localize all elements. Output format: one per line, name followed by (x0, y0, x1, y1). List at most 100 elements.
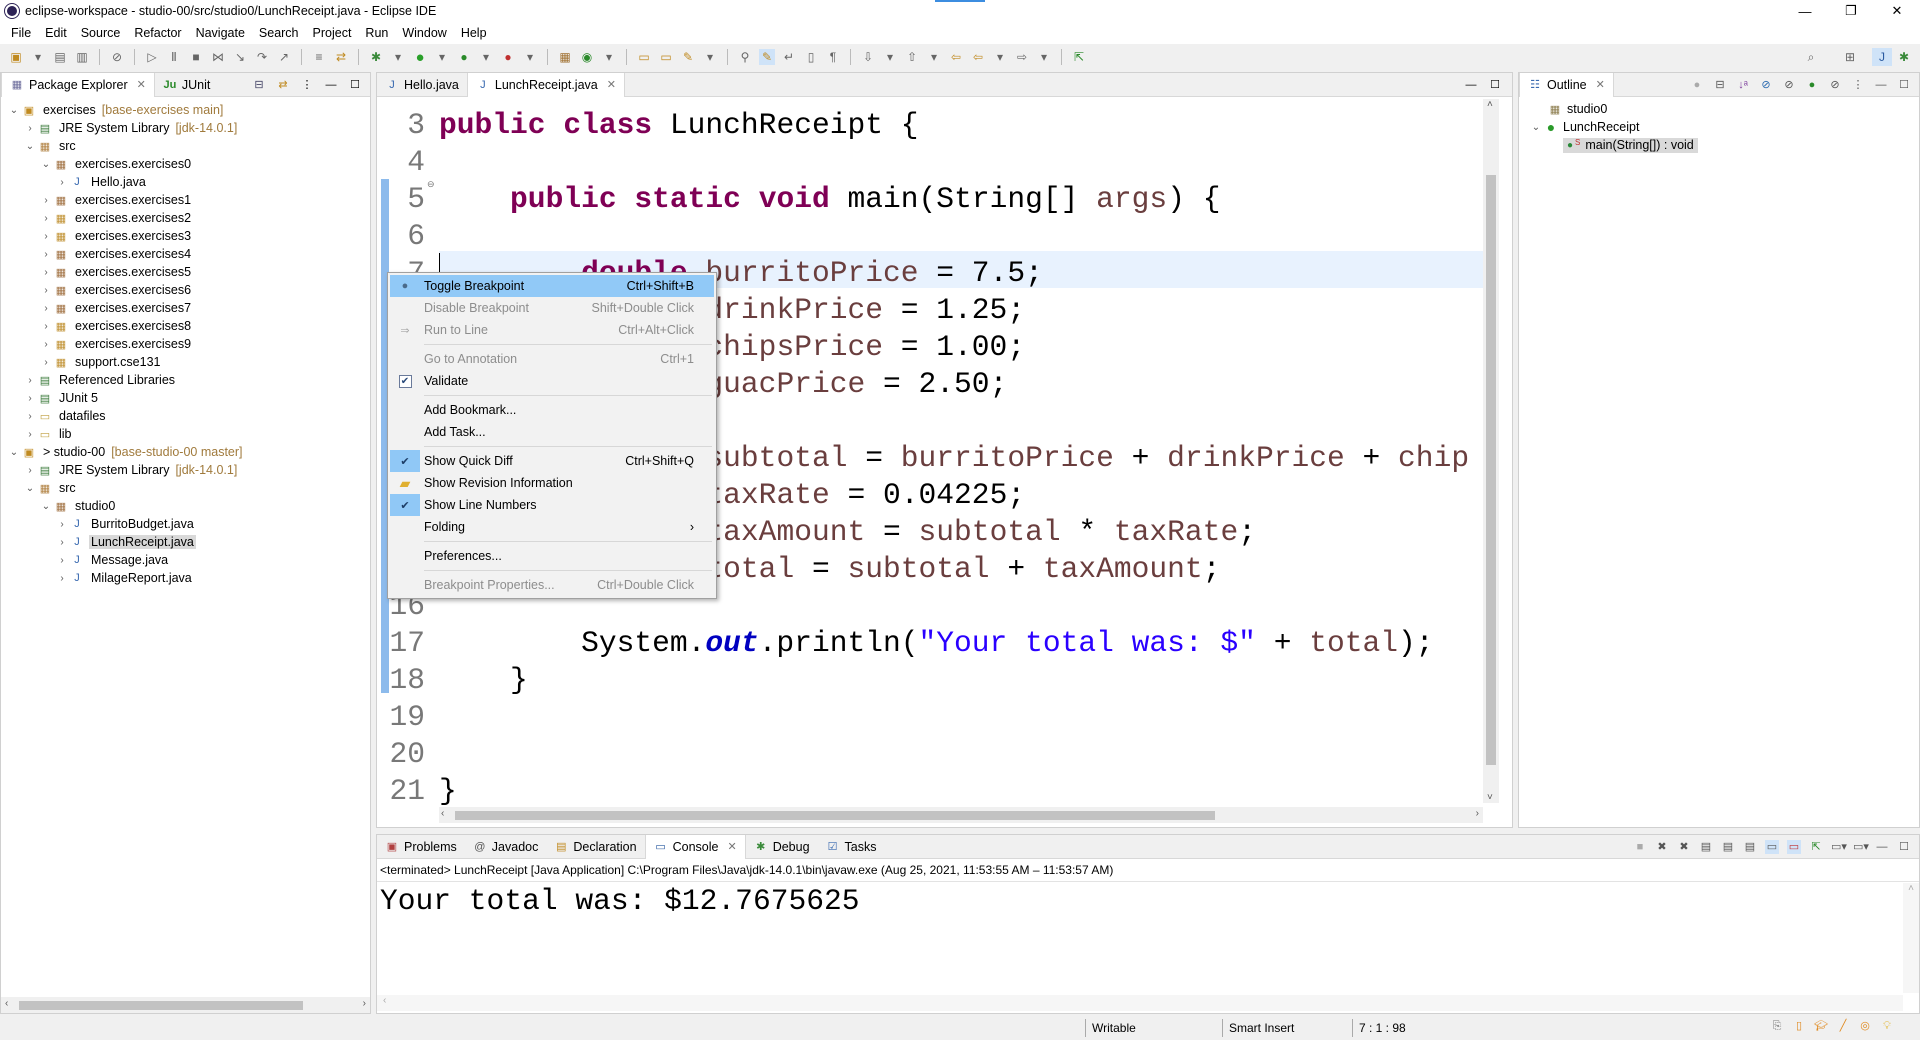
tree-item[interactable]: ⌄ ▣ > studio-00 [base-studio-00 master] (1, 443, 370, 461)
tree-item[interactable]: › ▭ lib (1, 425, 370, 443)
maximize-view-icon[interactable]: ☐ (1897, 78, 1911, 92)
close-tab-icon[interactable]: ✕ (137, 78, 146, 91)
menu-help[interactable]: Help (454, 26, 494, 40)
display-console-icon[interactable]: ▭▾ (1831, 840, 1847, 854)
step-return-icon[interactable]: ↗ (276, 49, 292, 65)
menu-run[interactable]: Run (358, 26, 395, 40)
tree-item[interactable]: › ▦ exercises.exercises9 (1, 335, 370, 353)
minimize-view-icon[interactable]: — (1874, 78, 1888, 92)
minimize-view-icon[interactable]: — (324, 78, 338, 92)
collapse-twisty-icon[interactable]: › (39, 285, 53, 296)
coverage-icon[interactable]: ● (456, 49, 472, 65)
tree-item[interactable]: ⌄ ▦ exercises.exercises0 (1, 155, 370, 173)
clear-console-icon[interactable]: ▤ (1699, 840, 1713, 854)
tree-item[interactable]: › ▭ datafiles (1, 407, 370, 425)
tree-item[interactable]: › ▦ exercises.exercises5 (1, 263, 370, 281)
tab-outline[interactable]: ☷ Outline ✕ (1519, 72, 1614, 97)
show-whitespace-icon[interactable]: ¶ (825, 49, 841, 65)
tab-hello-java[interactable]: J Hello.java (377, 73, 467, 97)
expand-twisty-icon[interactable]: ⌄ (7, 447, 21, 458)
close-tab-icon[interactable]: ✕ (727, 840, 736, 853)
external-tools-icon[interactable]: ● (500, 49, 516, 65)
close-tab-icon[interactable]: ✕ (1596, 78, 1605, 91)
focus-active-task-icon[interactable]: ● (1690, 78, 1704, 92)
scrollbar-thumb[interactable] (455, 811, 1215, 820)
collapse-twisty-icon[interactable]: › (39, 357, 53, 368)
dropdown-icon[interactable]: ▾ (390, 49, 406, 65)
next-annotation-icon[interactable]: ⇩ (860, 49, 876, 65)
collapse-all-icon[interactable]: ⊟ (252, 78, 266, 92)
horizontal-scrollbar[interactable]: ‹ › (1, 997, 370, 1013)
collapse-twisty-icon[interactable]: › (23, 393, 37, 404)
collapse-all-icon[interactable]: ⊟ (1713, 78, 1727, 92)
dropdown-icon[interactable]: ▾ (601, 49, 617, 65)
back-icon[interactable]: ⇦ (970, 49, 986, 65)
menu-item-show-line-numbers[interactable]: ✔ Show Line Numbers (390, 494, 714, 516)
tree-item[interactable]: › ▤ Referenced Libraries (1, 371, 370, 389)
skip-breakpoints-icon[interactable]: ⊘ (109, 49, 125, 65)
menu-project[interactable]: Project (306, 26, 359, 40)
wand-icon[interactable]: ╱ (1836, 1019, 1850, 1033)
word-wrap-icon[interactable]: ▤ (1743, 840, 1757, 854)
fold-marker-icon[interactable]: ⊖ (427, 179, 435, 190)
step-into-icon[interactable]: ↘ (232, 49, 248, 65)
outline-item-method[interactable]: ● S main(String[]) : void (1519, 136, 1919, 154)
tree-item[interactable]: › ▦ exercises.exercises4 (1, 245, 370, 263)
close-button[interactable]: ✕ (1874, 0, 1920, 22)
tutorial-icon[interactable]: 🎓︎ (1814, 1019, 1828, 1033)
toggle-ant-icon[interactable]: ⚲ (737, 49, 753, 65)
tree-item[interactable]: ⌄ ▦ src (1, 137, 370, 155)
hide-local-types-icon[interactable]: ⊘ (1828, 78, 1842, 92)
tree-item[interactable]: › ▦ exercises.exercises7 (1, 299, 370, 317)
open-perspective-icon[interactable]: ⊞ (1842, 49, 1858, 65)
save-all-icon[interactable]: ▥ (74, 49, 90, 65)
collapse-twisty-icon[interactable]: › (39, 249, 53, 260)
tip-lightbulb-icon[interactable]: 💡︎ (1880, 1019, 1894, 1033)
collapse-twisty-icon[interactable]: › (55, 519, 69, 530)
sort-icon[interactable]: ↓ᵃ (1736, 78, 1750, 92)
expand-twisty-icon[interactable]: ⌄ (39, 501, 53, 512)
dropdown-icon[interactable]: ▾ (882, 49, 898, 65)
expand-twisty-icon[interactable]: ⌄ (1529, 122, 1543, 133)
tab-tasks[interactable]: ☑ Tasks (818, 835, 885, 859)
collapse-twisty-icon[interactable]: › (23, 465, 37, 476)
java-perspective-icon[interactable]: J (1872, 48, 1892, 66)
previous-annotation-icon[interactable]: ⇧ (904, 49, 920, 65)
search-icon[interactable]: ⌕ (1803, 49, 1819, 65)
dropdown-icon[interactable]: ▾ (478, 49, 494, 65)
outline-item-class[interactable]: ⌄ ● LunchReceipt (1519, 118, 1919, 136)
remove-all-terminated-icon[interactable]: ✖ (1677, 840, 1691, 854)
hide-nonpublic-icon[interactable]: ● (1805, 78, 1819, 92)
menu-navigate[interactable]: Navigate (189, 26, 252, 40)
tree-item[interactable]: › ▤ JUnit 5 (1, 389, 370, 407)
expand-twisty-icon[interactable]: ⌄ (7, 105, 21, 116)
menu-item-breakpoint-properties[interactable]: Breakpoint Properties... Ctrl+Double Clic… (390, 574, 714, 596)
open-task-icon[interactable]: ▭ (658, 49, 674, 65)
horizontal-scrollbar[interactable]: ‹ (377, 995, 1903, 1011)
menu-item-disable-breakpoint[interactable]: Disable Breakpoint Shift+Double Click (390, 297, 714, 319)
menu-item-add-bookmark[interactable]: Add Bookmark... (390, 399, 714, 421)
save-icon[interactable]: ▤ (52, 49, 68, 65)
horizontal-scrollbar[interactable]: ‹ › (439, 807, 1483, 823)
dropdown-icon[interactable]: ▾ (434, 49, 450, 65)
new-icon[interactable]: ▣ (8, 49, 24, 65)
scrollbar-thumb[interactable] (1486, 175, 1496, 765)
dropdown-icon[interactable]: ▾ (702, 49, 718, 65)
tree-item[interactable]: › J Message.java (1, 551, 370, 569)
disconnect-icon[interactable]: ⋈ (210, 49, 226, 65)
open-type-icon[interactable]: ▭ (636, 49, 652, 65)
maximize-view-icon[interactable]: ☐ (348, 78, 362, 92)
resume-icon[interactable]: ▷ (144, 49, 160, 65)
menu-item-add-task[interactable]: Add Task... (390, 421, 714, 443)
tab-lunchreceipt-java[interactable]: J LunchReceipt.java ✕ (466, 72, 625, 97)
tab-console[interactable]: ▭ Console ✕ (644, 834, 746, 859)
minimize-view-icon[interactable]: — (1875, 840, 1889, 854)
dropdown-icon[interactable]: ▾ (1036, 49, 1052, 65)
new-java-class-icon[interactable]: ◉ (579, 49, 595, 65)
menu-source[interactable]: Source (74, 26, 128, 40)
minimize-view-icon[interactable]: — (1464, 78, 1478, 92)
open-console-icon[interactable]: ▭▾ (1853, 840, 1869, 854)
expand-twisty-icon[interactable]: ⌄ (23, 483, 37, 494)
tab-package-explorer[interactable]: ▦ Package Explorer ✕ (1, 72, 155, 97)
dropdown-icon[interactable]: ▾ (926, 49, 942, 65)
